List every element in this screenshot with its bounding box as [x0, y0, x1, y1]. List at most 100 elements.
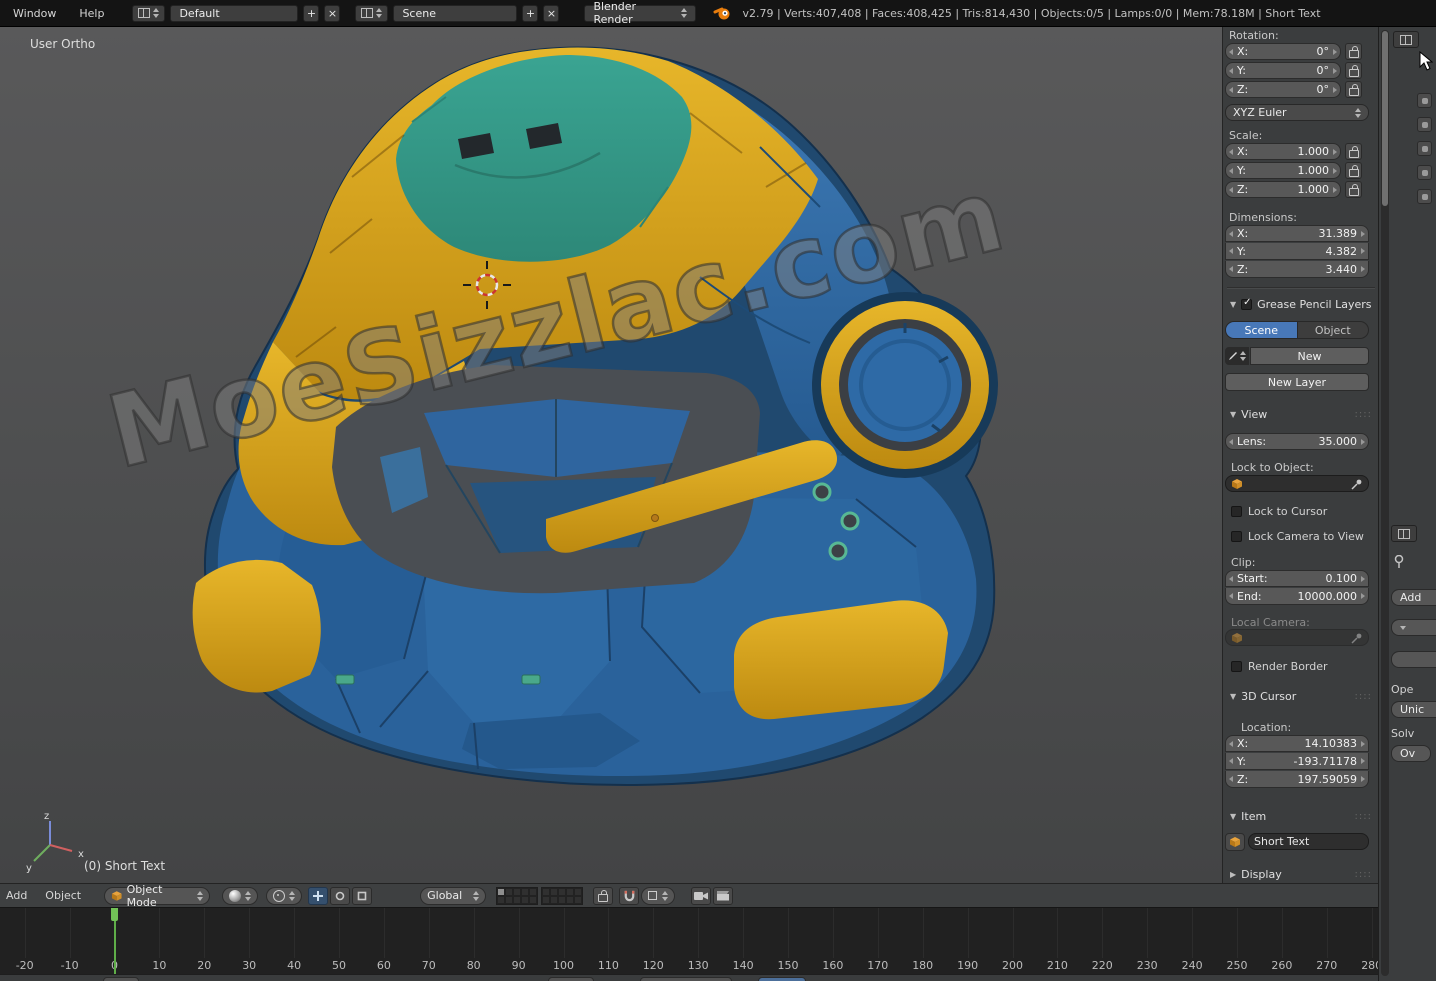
grease-new-button[interactable]: New: [1250, 347, 1369, 365]
layer-cell[interactable]: [505, 888, 513, 896]
orientation-dropdown[interactable]: Global: [420, 887, 486, 905]
mode-dropdown[interactable]: Object Mode: [104, 887, 210, 905]
clip-end-field[interactable]: End: 10000.000: [1225, 588, 1369, 605]
lock-camera-row[interactable]: Lock Camera to View: [1231, 530, 1364, 543]
opengl-render-anim-button[interactable]: [713, 887, 733, 905]
editor-type-selector[interactable]: [1391, 525, 1417, 542]
layer-cell[interactable]: [550, 888, 558, 896]
layer-cell[interactable]: [513, 888, 521, 896]
scale-x-field[interactable]: X: 1.000: [1225, 143, 1341, 160]
cursor-z-field[interactable]: Z: 197.59059: [1225, 771, 1369, 788]
scrollbar[interactable]: [1381, 30, 1389, 976]
cursor-x-field[interactable]: X: 14.10383: [1225, 735, 1369, 752]
snap-toggle-button[interactable]: [619, 887, 639, 905]
properties-tab-icon[interactable]: [1417, 93, 1432, 108]
pin-icon[interactable]: [1393, 555, 1405, 569]
props-button[interactable]: Ov: [1391, 745, 1431, 762]
rotation-x-field[interactable]: X: 0°: [1225, 43, 1341, 60]
editor-type-selector[interactable]: [132, 5, 165, 22]
increment-arrow[interactable]: [1333, 187, 1337, 193]
layer-lock-button[interactable]: [593, 887, 613, 905]
increment-arrow[interactable]: [1361, 758, 1365, 764]
layer-cell[interactable]: [513, 896, 521, 904]
increment-arrow[interactable]: [1361, 776, 1365, 782]
properties-tab-icon[interactable]: [1417, 165, 1432, 180]
manipulator-rotate-button[interactable]: [330, 887, 350, 905]
lock-to-cursor-row[interactable]: Lock to Cursor: [1231, 505, 1327, 518]
rotation-z-field[interactable]: Z: 0°: [1225, 81, 1341, 98]
dimensions-x-field[interactable]: X: 31.389: [1225, 225, 1369, 242]
close-layout-button[interactable]: ×: [324, 5, 340, 22]
clipped-widget[interactable]: [103, 977, 139, 981]
opengl-render-button[interactable]: [691, 887, 711, 905]
properties-tab-icon[interactable]: [1417, 117, 1432, 132]
render-border-row[interactable]: Render Border: [1231, 660, 1328, 673]
scene-browse-selector[interactable]: [355, 5, 388, 22]
panel-drag-dots[interactable]: [1355, 869, 1372, 880]
item-object-icon-button[interactable]: [1225, 833, 1245, 851]
increment-arrow[interactable]: [1361, 231, 1365, 237]
view-panel-header[interactable]: View: [1223, 405, 1378, 423]
layer-cell[interactable]: [542, 888, 550, 896]
decrement-arrow[interactable]: [1229, 248, 1233, 254]
increment-arrow[interactable]: [1333, 49, 1337, 55]
scale-y-lock[interactable]: [1345, 162, 1362, 179]
props-button[interactable]: Unic: [1391, 701, 1436, 718]
dimensions-z-field[interactable]: Z: 3.440: [1225, 261, 1369, 278]
grease-pencil-panel-header[interactable]: Grease Pencil Layers: [1223, 295, 1378, 313]
decrement-arrow[interactable]: [1229, 87, 1233, 93]
increment-arrow[interactable]: [1361, 439, 1365, 445]
layer-cell[interactable]: [529, 896, 537, 904]
increment-arrow[interactable]: [1361, 576, 1365, 582]
decrement-arrow[interactable]: [1229, 231, 1233, 237]
layer-cell[interactable]: [550, 896, 558, 904]
viewport-shading-dropdown[interactable]: [222, 887, 258, 905]
dimensions-y-field[interactable]: Y: 4.382: [1225, 243, 1369, 260]
decrement-arrow[interactable]: [1229, 776, 1233, 782]
layer-cell[interactable]: [521, 896, 529, 904]
increment-arrow[interactable]: [1333, 87, 1337, 93]
menu-window[interactable]: Window: [4, 7, 65, 20]
rotation-order-dropdown[interactable]: XYZ Euler: [1225, 104, 1369, 121]
layer-cell[interactable]: [497, 896, 505, 904]
panel-drag-dots[interactable]: [1355, 811, 1372, 822]
scene-name-field[interactable]: Scene: [393, 5, 517, 22]
increment-arrow[interactable]: [1361, 248, 1365, 254]
properties-editor-type-selector[interactable]: [1393, 31, 1419, 48]
props-dropdown[interactable]: [1391, 619, 1436, 636]
decrement-arrow[interactable]: [1229, 758, 1233, 764]
clipped-widget[interactable]: [548, 977, 594, 981]
snap-element-dropdown[interactable]: [641, 887, 675, 905]
manipulator-translate-button[interactable]: [308, 887, 328, 905]
lock-to-object-picker[interactable]: [1225, 475, 1369, 492]
lens-field[interactable]: Lens: 35.000: [1225, 433, 1369, 450]
scale-x-lock[interactable]: [1345, 143, 1362, 160]
eyedropper-icon[interactable]: [1351, 632, 1363, 644]
rotation-y-lock[interactable]: [1345, 62, 1362, 79]
tab-scene[interactable]: Scene: [1225, 321, 1298, 339]
screen-layout-field[interactable]: Default: [170, 5, 298, 22]
increment-arrow[interactable]: [1333, 68, 1337, 74]
menu-help[interactable]: Help: [70, 7, 113, 20]
decrement-arrow[interactable]: [1229, 741, 1233, 747]
properties-tab-icon[interactable]: [1417, 141, 1432, 156]
increment-arrow[interactable]: [1361, 741, 1365, 747]
new-layer-button[interactable]: New Layer: [1225, 373, 1369, 391]
rotation-y-field[interactable]: Y: 0°: [1225, 62, 1341, 79]
layer-cell[interactable]: [574, 888, 582, 896]
layer-cell[interactable]: [505, 896, 513, 904]
decrement-arrow[interactable]: [1229, 266, 1233, 272]
decrement-arrow[interactable]: [1229, 49, 1233, 55]
cursor-y-field[interactable]: Y: -193.71178: [1225, 753, 1369, 770]
lock-camera-checkbox[interactable]: [1231, 531, 1242, 542]
decrement-arrow[interactable]: [1229, 593, 1233, 599]
add-modifier-button[interactable]: Add: [1391, 589, 1436, 606]
pivot-point-dropdown[interactable]: [266, 887, 302, 905]
tab-object[interactable]: Object: [1298, 321, 1370, 339]
manipulator-scale-button[interactable]: [352, 887, 372, 905]
decrement-arrow[interactable]: [1229, 187, 1233, 193]
timeline[interactable]: -20-100102030405060708090100110120130140…: [0, 907, 1378, 974]
layer-cell[interactable]: [558, 888, 566, 896]
layer-cell[interactable]: [542, 896, 550, 904]
viewport-3d[interactable]: MoeSizzlac.com z y x User Ortho (0) Shor…: [0, 27, 1378, 883]
